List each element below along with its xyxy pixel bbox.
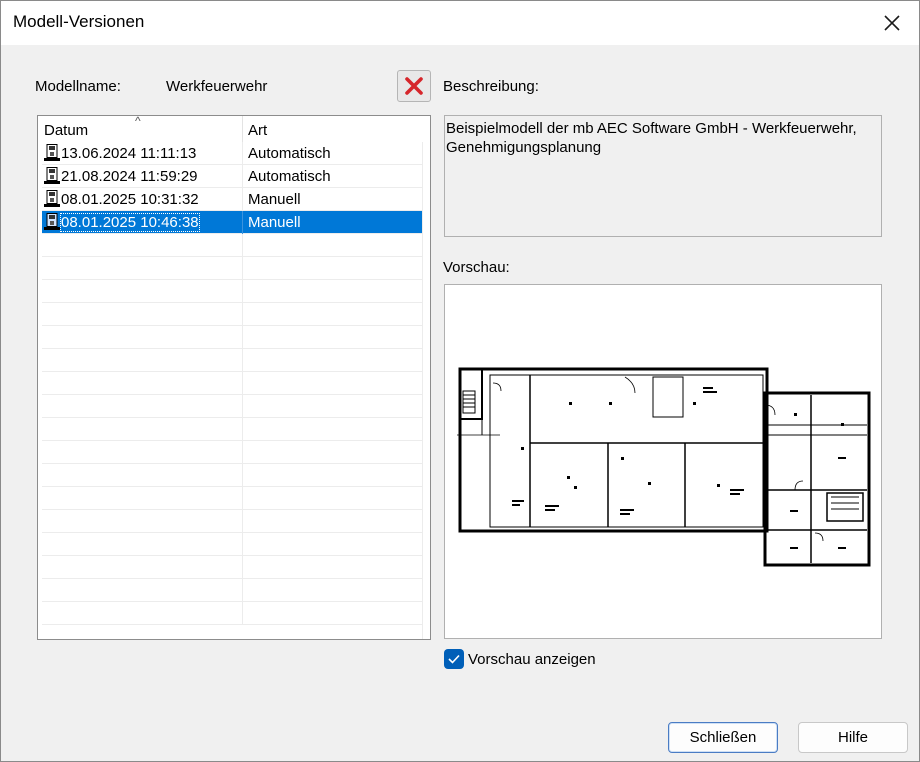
empty-row xyxy=(42,280,422,303)
cell-divider xyxy=(242,441,243,464)
list-header: Datum ^ Art xyxy=(38,116,430,142)
floppy-disk-icon xyxy=(44,190,60,207)
close-button[interactable]: Schließen xyxy=(668,722,778,753)
date-cell: 13.06.2024 11:11:13 xyxy=(44,144,196,162)
empty-row xyxy=(42,418,422,441)
cell-divider xyxy=(242,234,243,257)
list-rows: 13.06.2024 11:11:13 Automatisch 21.08.20… xyxy=(42,142,422,625)
date-text: 21.08.2024 11:59:29 xyxy=(61,167,198,185)
empty-row xyxy=(42,234,422,257)
description-label: Beschreibung: xyxy=(443,78,539,95)
cell-divider xyxy=(242,510,243,533)
column-header-type[interactable]: Art xyxy=(248,122,267,139)
cell-divider xyxy=(242,487,243,510)
cell-divider xyxy=(242,418,243,441)
cell-divider xyxy=(242,556,243,579)
cell-divider xyxy=(242,372,243,395)
empty-row xyxy=(42,556,422,579)
date-text: 08.01.2025 10:46:38 xyxy=(60,212,200,232)
empty-row xyxy=(42,303,422,326)
cell-divider xyxy=(242,533,243,556)
date-text: 13.06.2024 11:11:13 xyxy=(61,144,197,162)
cell-divider xyxy=(242,579,243,602)
show-preview-checkbox[interactable] xyxy=(444,649,464,669)
date-cell: 08.01.2025 10:31:32 xyxy=(44,190,199,208)
empty-row xyxy=(42,349,422,372)
window-title: Modell-Versionen xyxy=(13,12,145,31)
cell-divider xyxy=(242,211,243,234)
show-preview-toggle[interactable]: Vorschau anzeigen xyxy=(444,649,596,669)
version-row[interactable]: 08.01.2025 10:31:32 Manuell xyxy=(42,188,422,211)
cell-divider xyxy=(242,349,243,372)
model-versions-dialog: Modell-Versionen Modellname: Werkfeuerwe… xyxy=(0,0,920,762)
empty-row xyxy=(42,326,422,349)
empty-row xyxy=(42,510,422,533)
floppy-disk-icon xyxy=(44,167,60,184)
cell-divider xyxy=(242,188,243,211)
header-divider[interactable] xyxy=(242,116,243,142)
show-preview-label[interactable]: Vorschau anzeigen xyxy=(468,651,596,668)
help-button[interactable]: Hilfe xyxy=(798,722,908,753)
close-icon[interactable] xyxy=(869,5,915,41)
checkmark-icon xyxy=(448,654,460,664)
cell-divider xyxy=(242,165,243,188)
model-name-label: Modellname: xyxy=(35,78,121,95)
type-cell: Automatisch xyxy=(248,145,331,162)
versions-list[interactable]: Datum ^ Art 13.06.2024 11:11:13 Automati… xyxy=(37,115,431,640)
model-name-value: Werkfeuerwehr xyxy=(166,78,268,95)
empty-row xyxy=(42,487,422,510)
date-cell: 21.08.2024 11:59:29 xyxy=(44,167,198,185)
empty-row xyxy=(42,395,422,418)
column-header-date[interactable]: Datum xyxy=(44,122,88,139)
delete-x-icon xyxy=(405,77,423,95)
cell-divider xyxy=(242,326,243,349)
cell-divider xyxy=(242,395,243,418)
sort-ascending-icon: ^ xyxy=(135,115,141,128)
preview-label: Vorschau: xyxy=(443,259,510,276)
empty-row xyxy=(42,441,422,464)
cell-divider xyxy=(242,303,243,326)
preview-image xyxy=(444,284,882,639)
empty-row xyxy=(42,372,422,395)
floppy-disk-icon xyxy=(44,144,60,161)
empty-row xyxy=(42,579,422,602)
date-cell: 08.01.2025 10:46:38 xyxy=(44,212,200,232)
type-cell: Manuell xyxy=(248,191,301,208)
cell-divider xyxy=(242,602,243,625)
list-right-gridline xyxy=(422,142,423,639)
delete-version-button[interactable] xyxy=(397,70,431,102)
empty-row xyxy=(42,257,422,280)
cell-divider xyxy=(242,464,243,487)
type-cell: Manuell xyxy=(248,214,301,231)
version-row[interactable]: 08.01.2025 10:46:38 Manuell xyxy=(42,211,422,234)
version-row[interactable]: 13.06.2024 11:11:13 Automatisch xyxy=(42,142,422,165)
cell-divider xyxy=(242,257,243,280)
empty-row xyxy=(42,602,422,625)
date-text: 08.01.2025 10:31:32 xyxy=(61,190,199,208)
floppy-disk-icon xyxy=(44,213,60,230)
floor-plan-drawing xyxy=(457,367,871,567)
type-cell: Automatisch xyxy=(248,168,331,185)
cell-divider xyxy=(242,142,243,165)
empty-row xyxy=(42,464,422,487)
cell-divider xyxy=(242,280,243,303)
version-row[interactable]: 21.08.2024 11:59:29 Automatisch xyxy=(42,165,422,188)
title-bar: Modell-Versionen xyxy=(1,1,919,45)
empty-row xyxy=(42,533,422,556)
description-field[interactable]: Beispielmodell der mb AEC Software GmbH … xyxy=(444,115,882,237)
